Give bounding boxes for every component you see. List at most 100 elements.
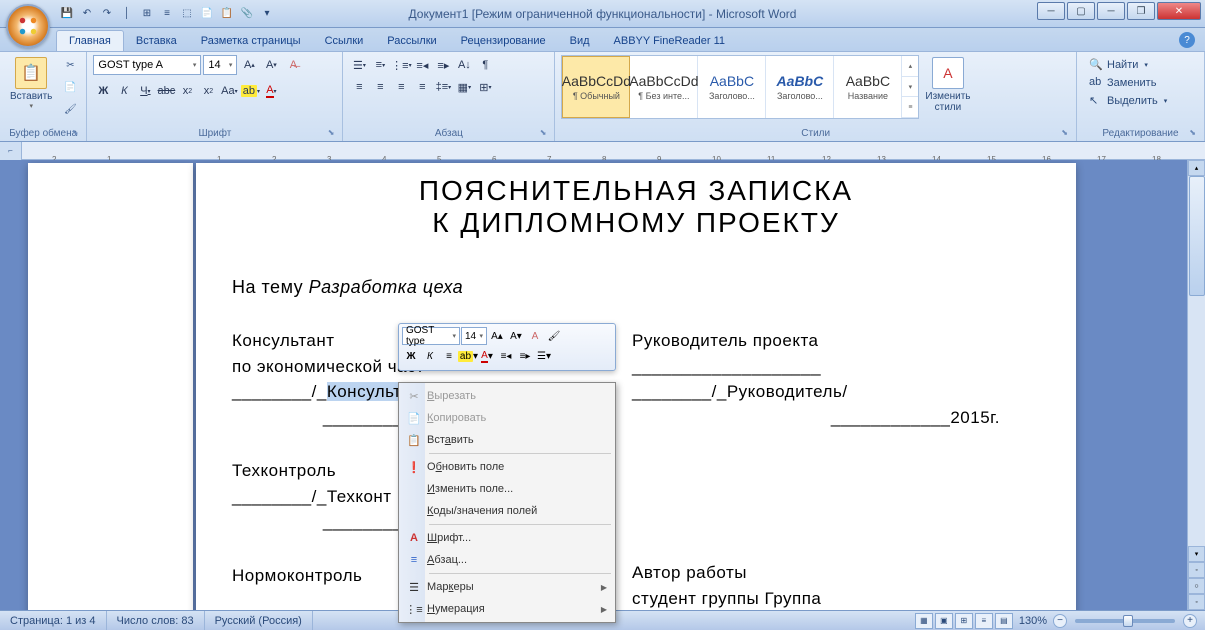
ruler-corner[interactable]: ⌐: [0, 142, 22, 160]
qat-dropdown-icon[interactable]: ▾: [258, 5, 276, 23]
minimize-button[interactable]: ─: [1037, 2, 1065, 20]
redo-icon[interactable]: ↷: [98, 5, 116, 23]
cm-update-field[interactable]: ❗Обновить поле: [401, 456, 613, 478]
qat-btn-4[interactable]: 📄: [198, 5, 216, 23]
zoom-thumb[interactable]: [1123, 615, 1133, 627]
scroll-up-button[interactable]: ▴: [1188, 160, 1205, 176]
mt-color-button[interactable]: A▾: [478, 347, 496, 365]
tab-view[interactable]: Вид: [558, 31, 602, 51]
mt-indent-inc-button[interactable]: ≡▸: [516, 347, 534, 365]
style-normal[interactable]: AaBbCcDd¶ Обычный: [562, 56, 630, 118]
superscript-button[interactable]: x2: [198, 81, 218, 101]
close-button[interactable]: ✕: [1157, 2, 1201, 20]
increase-indent-button[interactable]: ≡▸: [433, 55, 453, 75]
mt-shrink-icon[interactable]: A▾: [507, 327, 525, 345]
show-marks-button[interactable]: ¶: [475, 55, 495, 75]
minimize2-button[interactable]: ─: [1097, 2, 1125, 20]
highlight-button[interactable]: ab▾: [240, 81, 260, 101]
mt-highlight-button[interactable]: ab▾: [459, 347, 477, 365]
borders-button[interactable]: ⊞▾: [475, 77, 495, 97]
tab-layout[interactable]: Разметка страницы: [189, 31, 313, 51]
next-page-button[interactable]: ◦: [1188, 594, 1205, 610]
qat-btn-6[interactable]: 📎: [238, 5, 256, 23]
scroll-down-button[interactable]: ▾: [1188, 546, 1205, 562]
style-heading2[interactable]: AaBbCЗаголово...: [766, 56, 834, 118]
clear-format-icon[interactable]: A̶: [283, 55, 303, 75]
line-spacing-button[interactable]: ‡≡▾: [433, 77, 453, 97]
replace-button[interactable]: abЗаменить: [1085, 75, 1171, 91]
view-full-screen[interactable]: ▣: [935, 613, 953, 629]
cm-edit-field[interactable]: Изменить поле...: [401, 478, 613, 500]
cm-field-codes[interactable]: Коды/значения полей: [401, 500, 613, 522]
sort-button[interactable]: A↓: [454, 55, 474, 75]
cm-paragraph[interactable]: ≡Абзац...: [401, 549, 613, 571]
shrink-font-icon[interactable]: A▾: [261, 55, 281, 75]
page[interactable]: ПОЯСНИТЕЛЬНАЯ ЗАПИСКА К ДИПЛОМНОМУ ПРОЕК…: [196, 163, 1076, 610]
tab-abbyy[interactable]: ABBYY FineReader 11: [602, 31, 738, 51]
cm-paste[interactable]: 📋Вставить: [401, 429, 613, 451]
styles-scroll[interactable]: ▴▾≡: [902, 56, 918, 118]
zoom-in-button[interactable]: +: [1183, 614, 1197, 628]
cut-icon[interactable]: ✂: [60, 55, 80, 75]
tab-review[interactable]: Рецензирование: [449, 31, 558, 51]
qat-btn-2[interactable]: ≡: [158, 5, 176, 23]
mt-grow-icon[interactable]: A▴: [488, 327, 506, 345]
copy-icon[interactable]: 📄: [60, 77, 80, 97]
paste-button[interactable]: 📋 Вставить ▾: [6, 55, 56, 112]
mt-center-button[interactable]: ≡: [440, 347, 458, 365]
bold-button[interactable]: Ж: [93, 81, 113, 101]
scroll-up-icon[interactable]: ▴: [902, 56, 918, 77]
prev-page-button[interactable]: ◦: [1188, 562, 1205, 578]
mt-size-select[interactable]: 14▾: [461, 327, 487, 345]
sb-words[interactable]: Число слов: 83: [107, 611, 205, 630]
numbering-button[interactable]: ≡▾: [370, 55, 390, 75]
align-right-button[interactable]: ≡: [391, 77, 411, 97]
sb-language[interactable]: Русский (Россия): [205, 611, 313, 630]
view-draft[interactable]: ▤: [995, 613, 1013, 629]
tab-mailings[interactable]: Рассылки: [375, 31, 448, 51]
font-color-button[interactable]: A▾: [261, 81, 281, 101]
strike-button[interactable]: abc: [156, 81, 176, 101]
justify-button[interactable]: ≡: [412, 77, 432, 97]
cm-bullets[interactable]: ☰Маркеры▶: [401, 576, 613, 598]
zoom-slider[interactable]: [1075, 619, 1175, 623]
qat-btn-3[interactable]: ⬚: [178, 5, 196, 23]
format-painter-icon[interactable]: 🖌: [60, 99, 80, 119]
change-case-button[interactable]: Aa▾: [219, 81, 239, 101]
shading-button[interactable]: ▦▾: [454, 77, 474, 97]
style-title[interactable]: AaBbCНазвание: [834, 56, 902, 118]
office-button[interactable]: [6, 4, 50, 48]
scroll-more-icon[interactable]: ≡: [902, 97, 918, 118]
mt-painter-icon[interactable]: 🖌: [545, 327, 563, 345]
style-nospacing[interactable]: AaBbCcDd¶ Без инте...: [630, 56, 698, 118]
scroll-down-icon[interactable]: ▾: [902, 77, 918, 98]
mt-indent-dec-button[interactable]: ≡◂: [497, 347, 515, 365]
view-outline[interactable]: ≡: [975, 613, 993, 629]
change-styles-button[interactable]: A Изменить стили: [921, 55, 974, 115]
decrease-indent-button[interactable]: ≡◂: [412, 55, 432, 75]
select-button[interactable]: ↖Выделить▾: [1085, 93, 1171, 109]
maximize-button[interactable]: ▢: [1067, 2, 1095, 20]
style-heading1[interactable]: AaBbCЗаголово...: [698, 56, 766, 118]
zoom-percent[interactable]: 130%: [1019, 615, 1047, 627]
view-print-layout[interactable]: ▦: [915, 613, 933, 629]
grow-font-icon[interactable]: A▴: [239, 55, 259, 75]
vertical-scrollbar[interactable]: ▴ ▾ ◦ ○ ◦: [1187, 160, 1205, 610]
restore-button[interactable]: ❐: [1127, 2, 1155, 20]
help-icon[interactable]: ?: [1179, 32, 1195, 48]
font-size-select[interactable]: 14▾: [203, 55, 237, 75]
align-center-button[interactable]: ≡: [370, 77, 390, 97]
tab-home[interactable]: Главная: [56, 30, 124, 51]
cm-font[interactable]: AШрифт...: [401, 527, 613, 549]
sb-page[interactable]: Страница: 1 из 4: [0, 611, 107, 630]
scroll-thumb[interactable]: [1189, 176, 1205, 296]
mt-italic-button[interactable]: К: [421, 347, 439, 365]
multilevel-button[interactable]: ⋮≡▾: [391, 55, 411, 75]
subscript-button[interactable]: x2: [177, 81, 197, 101]
mt-bold-button[interactable]: Ж: [402, 347, 420, 365]
browse-object-button[interactable]: ○: [1188, 578, 1205, 594]
underline-button[interactable]: Ч▾: [135, 81, 155, 101]
bullets-button[interactable]: ☰▾: [349, 55, 369, 75]
cm-numbering[interactable]: ⋮≡Нумерация▶: [401, 598, 613, 620]
font-name-select[interactable]: GOST type A▾: [93, 55, 201, 75]
